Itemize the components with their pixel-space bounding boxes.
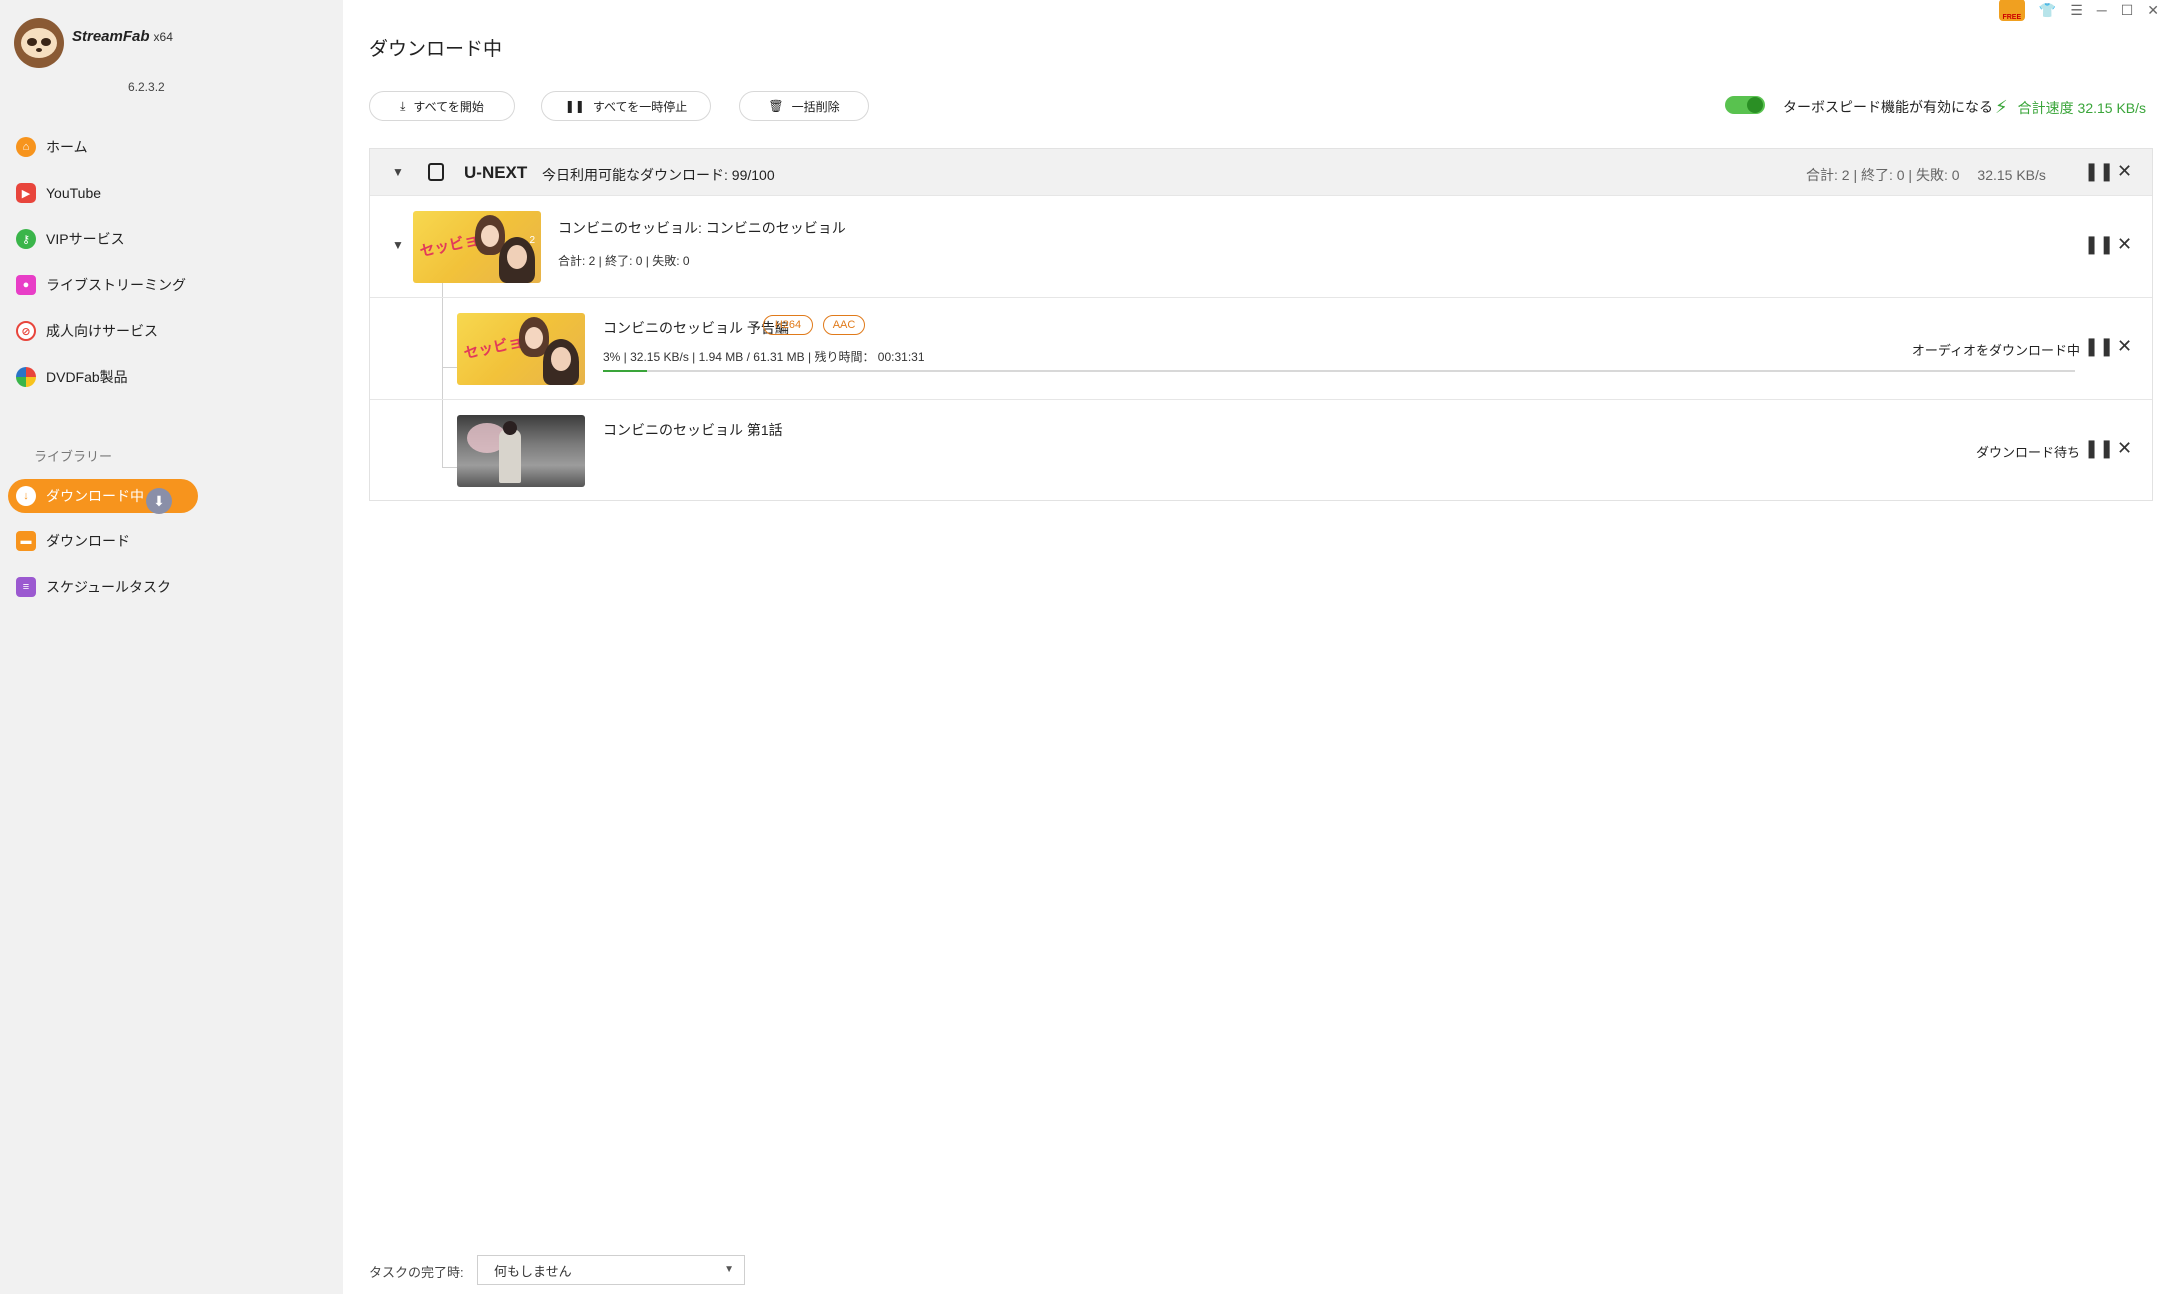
nav-label: ホーム [46, 139, 88, 155]
download-item: セッビョル コンビニのセッビョル 予告編 H264 AAC 3% | 32.15… [370, 297, 2152, 399]
download-icon: ⤓ [400, 98, 406, 113]
group-speed: 32.15 KB/s [1977, 167, 2046, 183]
completion-action-select[interactable]: 何もしません ▼ [477, 1255, 745, 1285]
nav-item-schedule[interactable]: ≡ スケジュールタスク [0, 564, 343, 610]
nav-item-live[interactable]: ● ライブストリーミング [0, 262, 343, 308]
button-label: 一括削除 [791, 99, 840, 114]
daily-quota: 今日利用可能なダウンロード: 99/100 [542, 167, 775, 183]
series-stats: 合計: 2 | 終了: 0 | 失敗: 0 [558, 254, 690, 268]
progress-fill [603, 370, 648, 372]
series-row: ▼ セッビョル 2 コンビニのセッビョル: コンビニのセッビョル 合計: 2 |… [370, 195, 2152, 297]
site-name: U-NEXT [464, 163, 528, 182]
item-status: オーディオをダウンロード中 [1911, 343, 2080, 358]
bolt-icon: ⚡ [1995, 97, 2008, 117]
brand-arch: x64 [153, 30, 173, 44]
page-title: ダウンロード中 [369, 39, 503, 60]
adult-icon: ⊘ [16, 321, 36, 341]
item-thumbnail: セッビョル [457, 313, 585, 385]
series-title: コンビニのセッビョル: コンビニのセッビョル [558, 220, 846, 236]
nav-item-downloaded[interactable]: ▬ ダウンロード [0, 518, 343, 564]
nav-item-downloading[interactable]: ↓ ダウンロード中 ⬇ [8, 479, 198, 514]
series-thumbnail: セッビョル 2 [413, 211, 541, 283]
close-icon[interactable]: ✕ [2117, 336, 2132, 357]
codec-tag: AAC [823, 315, 865, 335]
chevron-down-icon: ▼ [724, 1264, 734, 1275]
pause-icon[interactable]: ❚❚ [2084, 336, 2114, 357]
download-icon: ↓ [16, 486, 36, 506]
pause-icon[interactable]: ❚❚ [2084, 234, 2114, 255]
main-nav: ⌂ ホーム ▶ YouTube ⚷ VIPサービス ● ライブストリーミング ⊘… [0, 124, 343, 400]
nav-item-youtube[interactable]: ▶ YouTube [0, 170, 343, 216]
nav-label: スケジュールタスク [46, 579, 172, 595]
folder-icon: ▬ [16, 531, 36, 551]
sidebar: StreamFab x64 6.2.3.2 ⌂ ホーム ▶ YouTube ⚷ V… [0, 0, 343, 1294]
app-logo: StreamFab x64 [14, 18, 173, 68]
nav-label: 成人向けサービス [46, 323, 158, 339]
item-title: コンビニのセッビョル 第1話 [603, 422, 783, 438]
collapse-icon[interactable]: ▼ [392, 165, 404, 179]
nav-label: YouTube [46, 185, 102, 201]
total-speed: ⚡ 合計速度 32.15 KB/s [1995, 97, 2146, 118]
library-nav: ▬ ダウンロード ≡ スケジュールタスク [0, 518, 343, 610]
sloth-logo-icon [14, 18, 64, 68]
total-speed-value: 合計速度 32.15 KB/s [2017, 99, 2147, 116]
download-item: コンビニのセッビョル 第1話 ダウンロード待ち ❚❚ ✕ [370, 399, 2152, 501]
item-title: コンビニのセッビョル 予告編 [603, 320, 789, 336]
collapse-icon[interactable]: ▼ [392, 238, 404, 252]
nav-label: ライブストリーミング [46, 277, 186, 293]
brand-name: StreamFab [72, 28, 150, 45]
pause-icon[interactable]: ❚❚ [2084, 161, 2114, 182]
progress-bar [603, 370, 2075, 372]
download-list: ▼ U-NEXT 今日利用可能なダウンロード: 99/100 合計: 2 | 終… [369, 148, 2153, 501]
delete-all-button[interactable]: 🗑 一括削除 [739, 91, 869, 121]
start-all-button[interactable]: ⤓ すべてを開始 [369, 91, 515, 121]
progress-info: 3% | 32.15 KB/s | 1.94 MB / 61.31 MB | 残… [603, 350, 925, 364]
nav-item-adult[interactable]: ⊘ 成人向けサービス [0, 308, 343, 354]
dvdfab-icon [16, 367, 36, 387]
key-icon: ⚷ [16, 229, 36, 249]
completion-label: タスクの完了時: [369, 1265, 464, 1280]
item-thumbnail [457, 415, 585, 487]
nav-label: ダウンロード [46, 533, 130, 549]
episode-count: 2 [529, 235, 535, 246]
close-icon[interactable]: ✕ [2117, 161, 2132, 182]
home-icon: ⌂ [16, 137, 36, 157]
nav-item-home[interactable]: ⌂ ホーム [0, 124, 343, 170]
nav-label: VIPサービス [46, 231, 125, 247]
pause-icon[interactable]: ❚❚ [2084, 438, 2114, 459]
button-label: すべてを開始 [413, 99, 484, 114]
youtube-icon: ▶ [16, 183, 36, 203]
turbo-toggle[interactable] [1725, 96, 1765, 114]
button-label: すべてを一時停止 [592, 99, 688, 114]
library-heading: ライブラリー [34, 449, 113, 464]
group-stats: 合計: 2 | 終了: 0 | 失敗: 0 32.15 KB/s [1806, 165, 2046, 185]
nav-item-dvdfab[interactable]: DVDFab製品 [0, 354, 343, 400]
main-panel: ダウンロード中 ⤓ すべてを開始 ❚❚ すべてを一時停止 🗑 一括削除 ターボス… [343, 0, 2167, 1294]
nav-label: ダウンロード中 [46, 488, 144, 504]
item-status: ダウンロード待ち [1975, 445, 2080, 460]
schedule-icon: ≡ [16, 577, 36, 597]
selected-value: 何もしません [494, 1263, 572, 1279]
pause-icon: ❚❚ [564, 99, 585, 113]
close-icon[interactable]: ✕ [2117, 234, 2132, 255]
nav-label: DVDFab製品 [46, 369, 128, 385]
download-queue-icon: ⬇ [146, 488, 172, 514]
group-header: ▼ U-NEXT 今日利用可能なダウンロード: 99/100 合計: 2 | 終… [370, 149, 2152, 195]
app-version: 6.2.3.2 [128, 80, 165, 94]
app-brand: StreamFab x64 [72, 28, 173, 45]
close-icon[interactable]: ✕ [2117, 438, 2132, 459]
group-stats-counts: 合計: 2 | 終了: 0 | 失敗: 0 [1806, 167, 1960, 183]
unext-site-icon [428, 163, 444, 181]
pause-all-button[interactable]: ❚❚ すべてを一時停止 [541, 91, 711, 121]
trash-icon: 🗑 [768, 99, 784, 113]
nav-item-vip[interactable]: ⚷ VIPサービス [0, 216, 343, 262]
codec-tag: H264 [763, 315, 813, 335]
turbo-label: ターボスピード機能が有効になる [1783, 99, 1993, 115]
camera-icon: ● [16, 275, 36, 295]
